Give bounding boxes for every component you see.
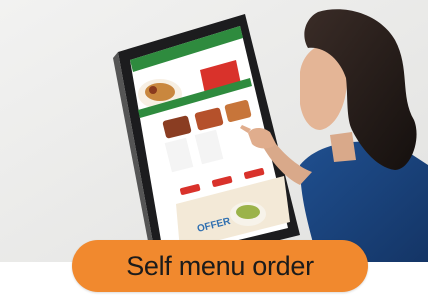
kiosk-banner-food <box>236 205 260 219</box>
customer-neck <box>330 132 356 162</box>
self-menu-order-button[interactable]: Self menu order <box>72 240 368 292</box>
kiosk-hero-garnish <box>149 86 157 94</box>
kiosk-photo: OFFER <box>0 0 428 262</box>
kiosk-hero-food <box>145 83 175 101</box>
kiosk-photo-illustration: OFFER <box>0 0 428 262</box>
